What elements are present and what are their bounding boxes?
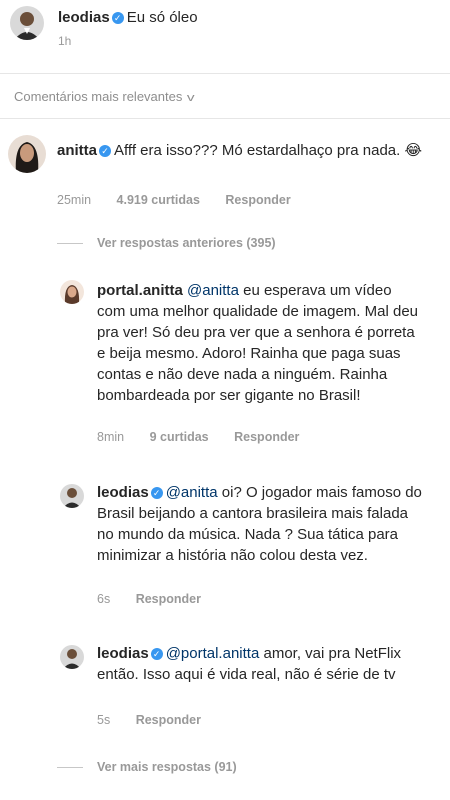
avatar-photo bbox=[60, 280, 84, 304]
comment-time: 25min bbox=[57, 193, 92, 207]
divider bbox=[57, 767, 83, 769]
post-username[interactable]: leodias bbox=[58, 9, 110, 26]
reply-time: 6s bbox=[97, 592, 111, 606]
avatar-anitta[interactable] bbox=[8, 135, 46, 173]
reply-leodias-2: leodias ✓ @portal.anitta amor, vai pra Net… bbox=[97, 643, 422, 685]
reply-username[interactable]: leodias bbox=[97, 645, 149, 662]
reply-mention[interactable]: @anitta bbox=[187, 282, 239, 299]
avatar-leodias-post[interactable] bbox=[10, 6, 44, 40]
reply-meta: 5s Responder bbox=[97, 713, 223, 727]
chevron-down-icon: v bbox=[187, 92, 195, 104]
verified-badge-icon: ✓ bbox=[150, 487, 163, 499]
reply-meta: 8min 9 curtidas Responder bbox=[97, 430, 321, 444]
reply-mention[interactable]: @anitta bbox=[166, 484, 218, 501]
avatar-photo bbox=[10, 6, 44, 40]
divider bbox=[57, 243, 83, 245]
post-time: 1h bbox=[58, 34, 72, 48]
reply-mention[interactable]: @portal.anitta bbox=[166, 645, 260, 662]
comment-likes[interactable]: 4.919 curtidas bbox=[117, 193, 200, 207]
view-previous-replies-button[interactable]: Ver respostas anteriores (395) bbox=[57, 236, 276, 250]
reply-button[interactable]: Responder bbox=[225, 193, 290, 207]
post-caption-text: Eu só óleo bbox=[126, 9, 198, 26]
comment-anitta: anitta ✓ Afff era isso??? Mó estardalhaço … bbox=[57, 140, 427, 161]
verified-badge-icon: ✓ bbox=[99, 145, 112, 157]
verified-badge-icon: ✓ bbox=[111, 12, 124, 24]
verified-badge-icon: ✓ bbox=[150, 648, 163, 660]
view-more-replies-label: Ver mais respostas (91) bbox=[97, 760, 237, 774]
reply-text: eu esperava um vídeo com uma melhor qual… bbox=[97, 282, 418, 404]
avatar-leodias-reply[interactable] bbox=[60, 484, 84, 508]
comments-sort-dropdown[interactable]: Comentários mais relevantes v bbox=[14, 89, 195, 104]
reply-time: 8min bbox=[97, 430, 125, 444]
comment-meta: 25min 4.919 curtidas Responder bbox=[57, 193, 313, 207]
reply-leodias-1: leodias ✓ @anitta oi? O jogador mais famos… bbox=[97, 482, 422, 566]
comment-username[interactable]: anitta bbox=[57, 142, 97, 159]
reply-username[interactable]: portal.anitta bbox=[97, 282, 183, 299]
view-more-replies-button[interactable]: Ver mais respostas (91) bbox=[57, 760, 237, 774]
post-caption: leodias ✓ Eu só óleo 1h bbox=[58, 8, 440, 51]
reply-button[interactable]: Responder bbox=[136, 713, 201, 727]
reply-button[interactable]: Responder bbox=[136, 592, 201, 606]
reply-button[interactable]: Responder bbox=[234, 430, 299, 444]
reply-likes[interactable]: 9 curtidas bbox=[150, 430, 209, 444]
divider bbox=[0, 73, 450, 74]
view-previous-replies-label: Ver respostas anteriores (395) bbox=[97, 236, 276, 250]
divider bbox=[0, 118, 450, 119]
comment-text: Afff era isso??? Mó estardalhaço pra nad… bbox=[114, 142, 423, 159]
avatar-portal-anitta[interactable] bbox=[60, 280, 84, 304]
avatar-leodias-reply[interactable] bbox=[60, 645, 84, 669]
reply-time: 5s bbox=[97, 713, 111, 727]
avatar-photo bbox=[60, 484, 84, 508]
comments-sort-label: Comentários mais relevantes bbox=[14, 89, 183, 104]
avatar-photo bbox=[8, 135, 46, 173]
reply-meta: 6s Responder bbox=[97, 592, 223, 606]
reply-portal-anitta: portal.anitta @anitta eu esperava um víd… bbox=[97, 280, 422, 406]
reply-username[interactable]: leodias bbox=[97, 484, 149, 501]
avatar-photo bbox=[60, 645, 84, 669]
